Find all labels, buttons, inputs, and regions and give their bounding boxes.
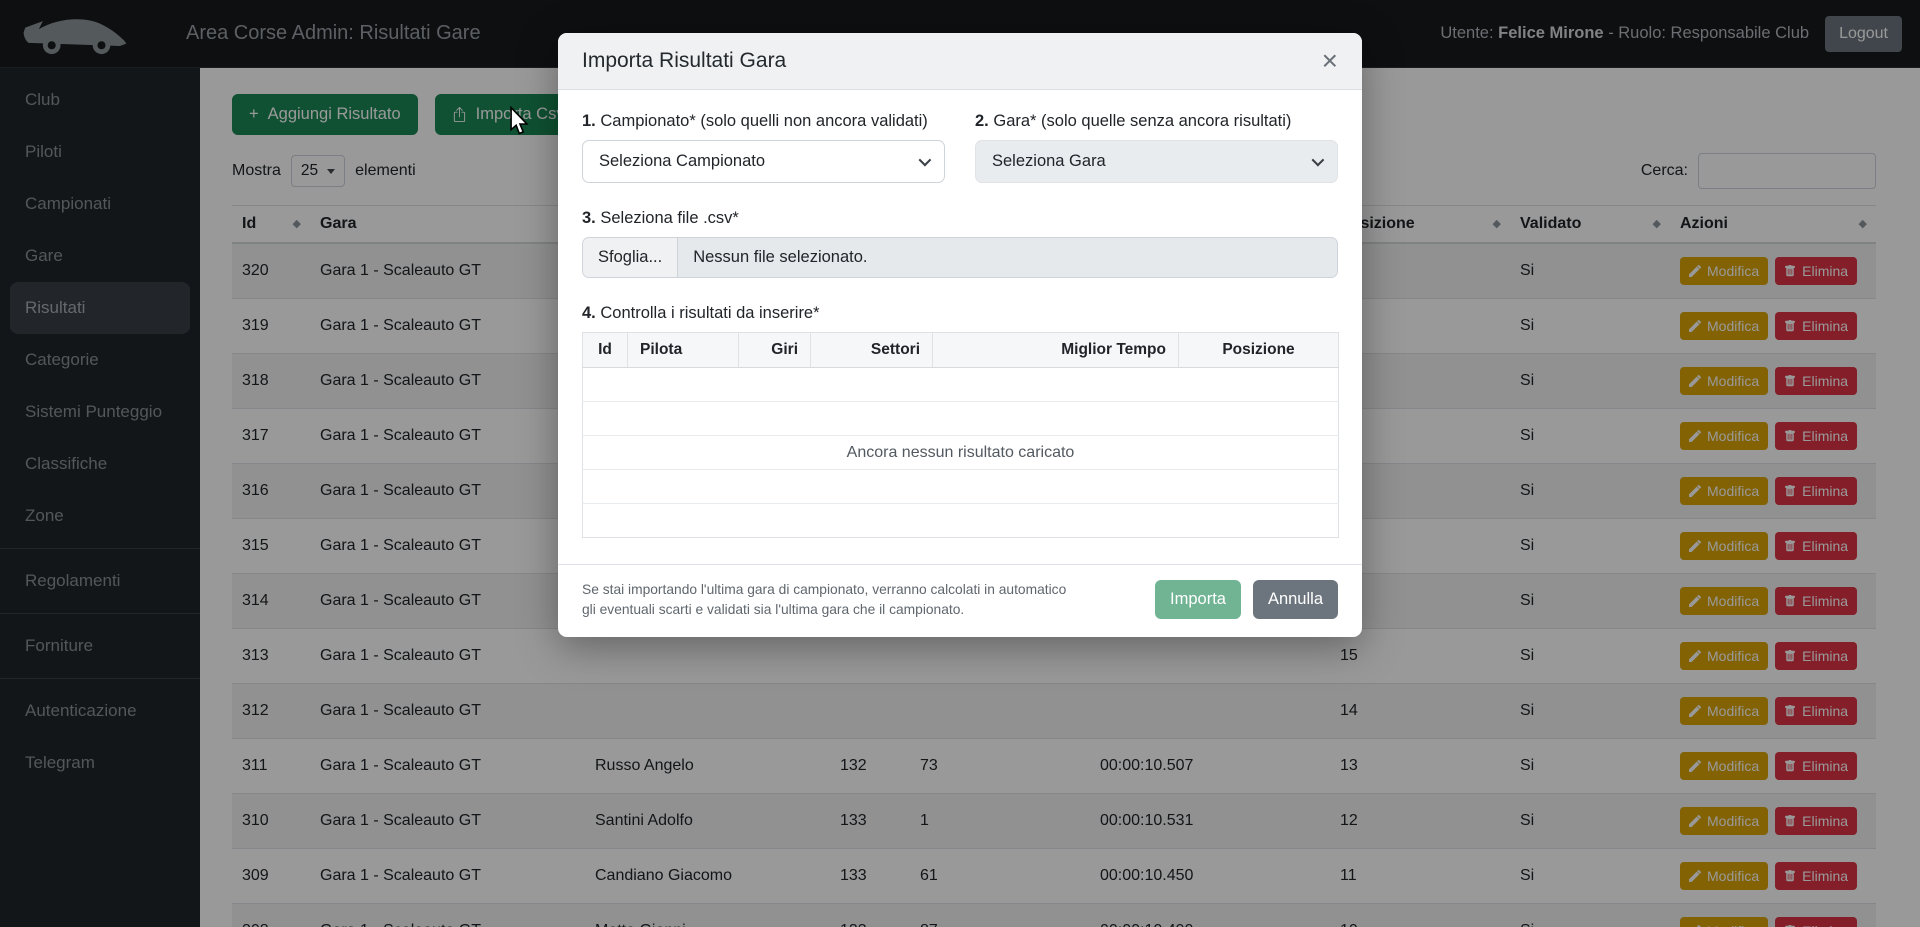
browse-button[interactable]: Sfoglia... xyxy=(583,238,678,277)
gara-label: 2. Gara* (solo quelle senza ancora risul… xyxy=(975,112,1338,131)
import-note: Se stai importando l'ultima gara di camp… xyxy=(582,580,1141,619)
preview-column-miglior-tempo: Miglior Tempo xyxy=(933,333,1179,368)
import-preview-body: Ancora nessun risultato caricato xyxy=(583,368,1339,538)
importa-button[interactable]: Importa xyxy=(1155,580,1241,619)
preview-empty-row xyxy=(583,470,1339,504)
close-icon[interactable]: × xyxy=(1322,51,1338,71)
preview-empty-row xyxy=(583,504,1339,538)
preview-column-id: Id xyxy=(583,333,628,368)
gara-select[interactable]: Seleziona Gara xyxy=(975,140,1338,183)
import-modal: Importa Risultati Gara × 1. Campionato* … xyxy=(558,33,1362,637)
preview-empty-row: Ancora nessun risultato caricato xyxy=(583,436,1339,470)
check-results-label: 4. Controlla i risultati da inserire* xyxy=(582,304,1338,323)
preview-column-giri: Giri xyxy=(739,333,811,368)
preview-column-pilota: Pilota xyxy=(628,333,739,368)
campionato-label: 1. Campionato* (solo quelli non ancora v… xyxy=(582,112,945,131)
campionato-select[interactable]: Seleziona Campionato xyxy=(582,140,945,183)
modal-title: Importa Risultati Gara xyxy=(582,49,786,73)
import-preview-table: Id Pilota Giri Settori Miglior Tempo Pos… xyxy=(582,332,1339,538)
preview-column-posizione: Posizione xyxy=(1179,333,1339,368)
preview-column-settori: Settori xyxy=(811,333,933,368)
mouse-cursor xyxy=(508,106,530,136)
file-label: 3. Seleziona file .csv* xyxy=(582,209,1338,228)
app-root: Area Corse Admin: Risultati Gare Utente:… xyxy=(0,0,1920,927)
empty-results-message: Ancora nessun risultato caricato xyxy=(583,436,1339,470)
file-input[interactable]: Sfoglia... Nessun file selezionato. xyxy=(582,237,1338,278)
preview-empty-row xyxy=(583,402,1339,436)
preview-empty-row xyxy=(583,368,1339,402)
chevron-down-icon xyxy=(1312,154,1325,167)
annulla-button[interactable]: Annulla xyxy=(1253,580,1338,619)
chevron-down-icon xyxy=(919,154,932,167)
file-placeholder: Nessun file selezionato. xyxy=(678,238,882,277)
